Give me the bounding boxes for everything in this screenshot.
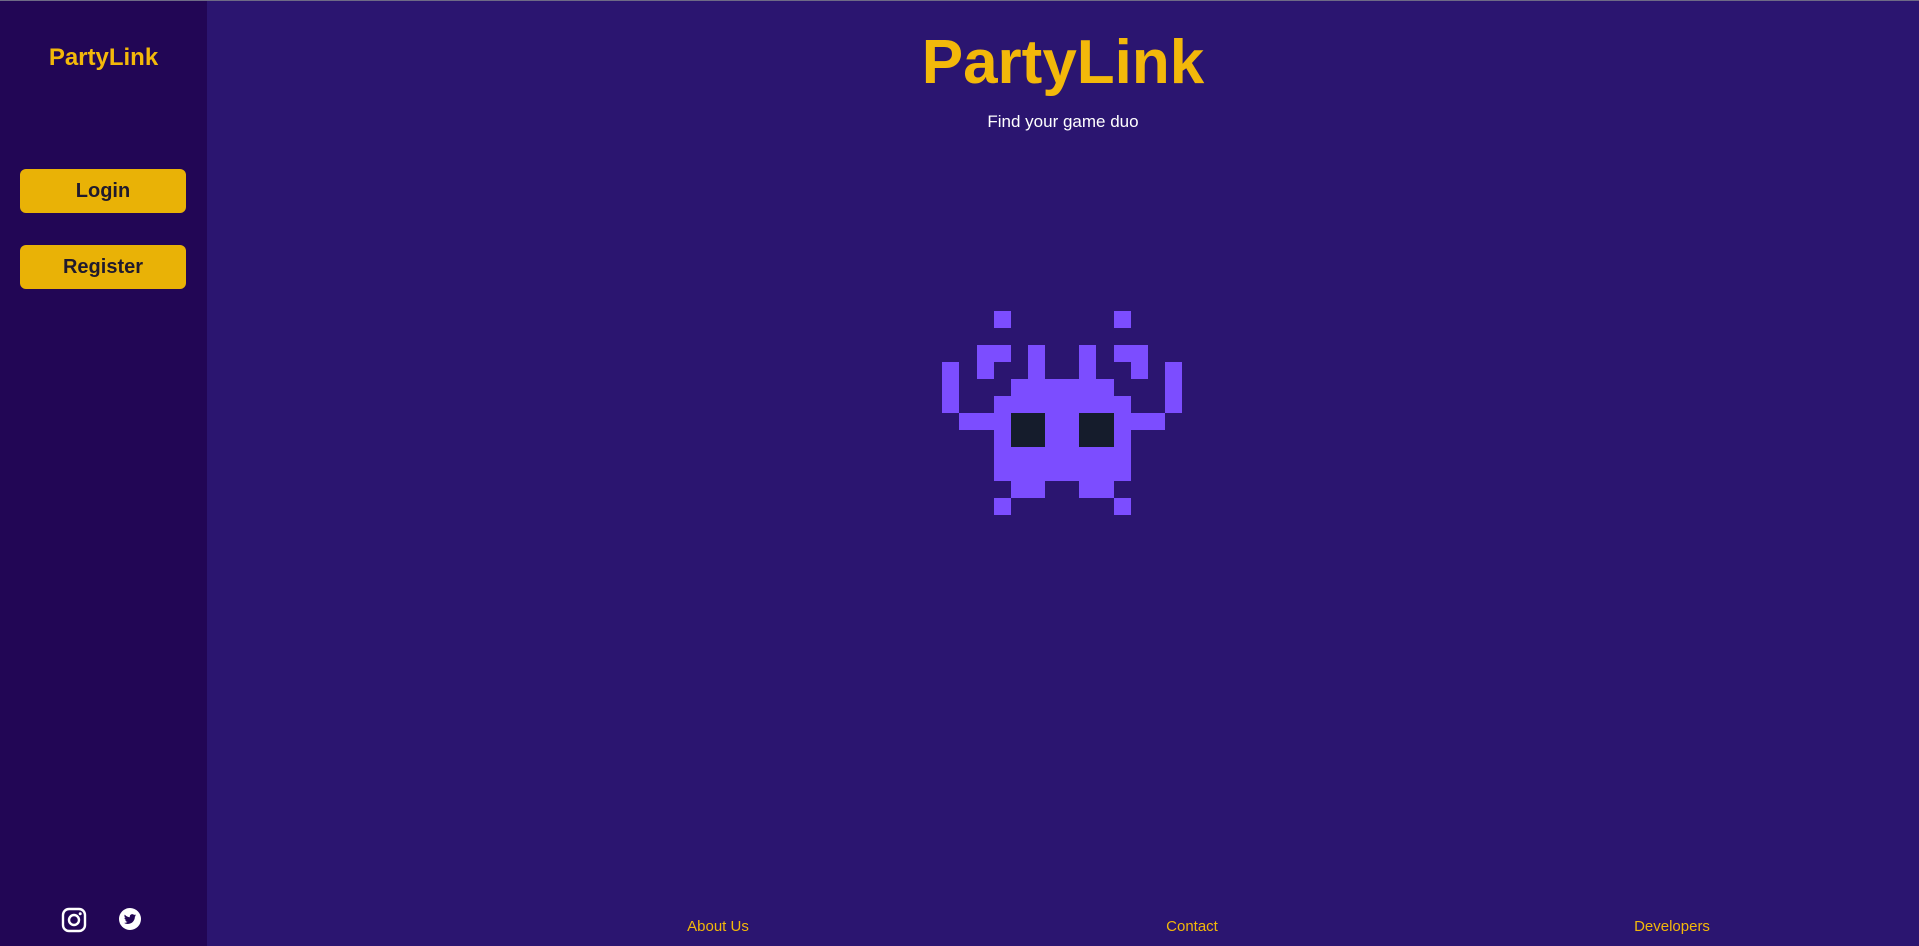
footer-link-contact[interactable]: Contact: [1166, 918, 1218, 936]
pixel-alien-icon: [942, 311, 1182, 517]
login-button[interactable]: Login: [20, 169, 186, 213]
footer-link-developers[interactable]: Developers: [1634, 918, 1710, 936]
sidebar: PartyLink Login Register: [0, 1, 207, 946]
sidebar-brand[interactable]: PartyLink: [0, 43, 207, 73]
footer-link-about[interactable]: About Us: [687, 918, 749, 936]
register-button[interactable]: Register: [20, 245, 186, 289]
page-subtitle: Find your game duo: [987, 112, 1139, 131]
instagram-icon[interactable]: [61, 907, 87, 933]
twitter-icon[interactable]: [118, 907, 144, 933]
page-title: PartyLink: [921, 28, 1205, 97]
